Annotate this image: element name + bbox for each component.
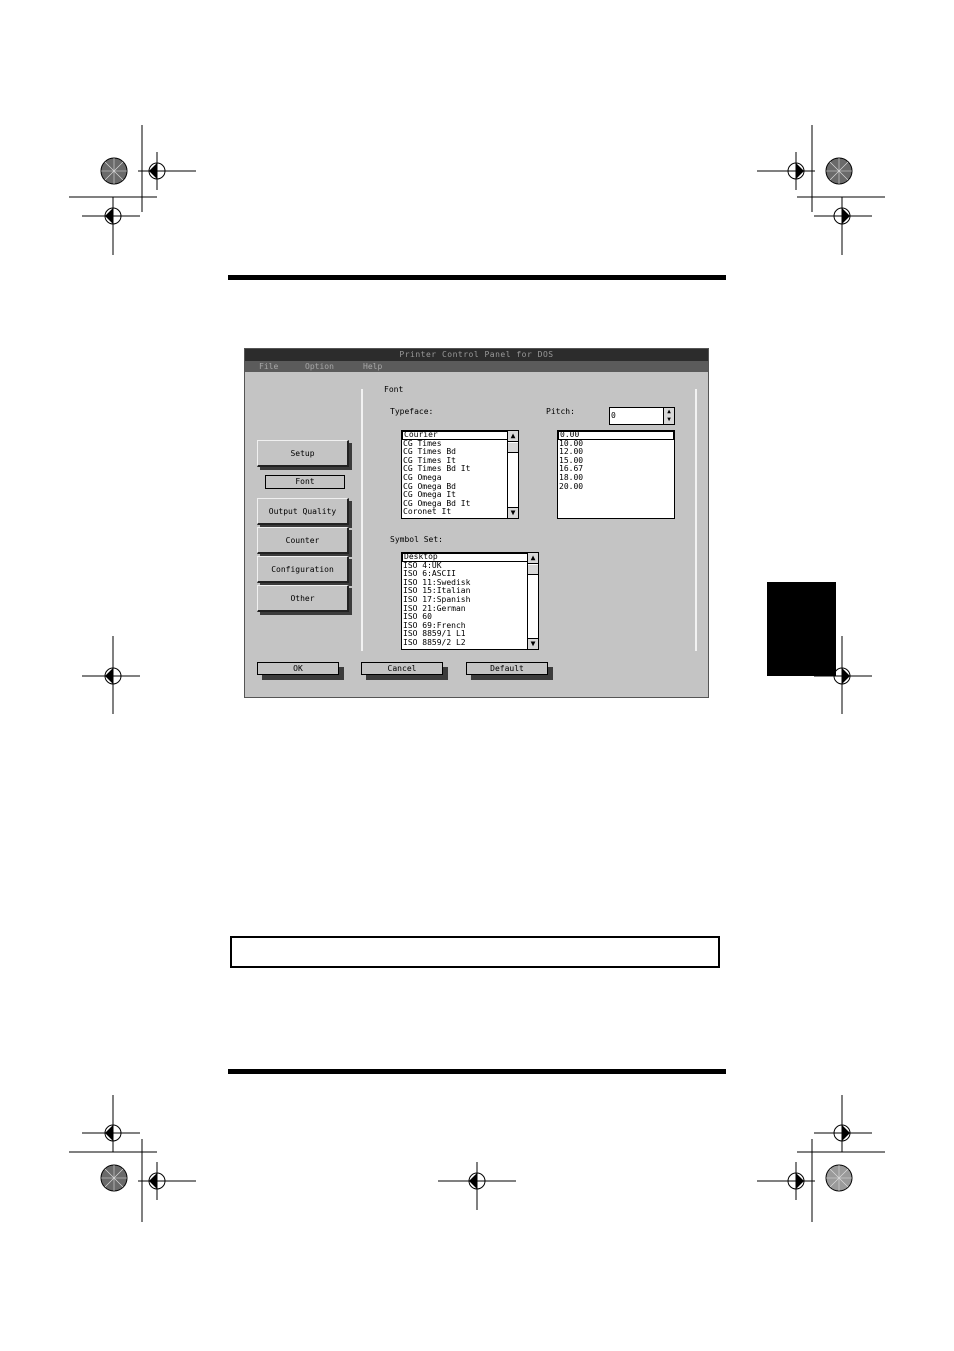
panel-heading: Font [384, 385, 404, 394]
pitch-spinner[interactable]: ▲ ▼ [663, 408, 674, 424]
pitch-label: Pitch: [546, 407, 575, 416]
tab-font-label: Font [265, 475, 345, 489]
typeface-listbox[interactable]: Courier CG Times CG Times Bd CG Times It CG … [401, 430, 519, 519]
list-item[interactable]: Coronet It [402, 508, 518, 517]
tab-counter[interactable]: Counter [257, 527, 349, 554]
typeface-label: Typeface: [390, 407, 434, 416]
typeface-scrollbar[interactable]: ▲ ▼ [507, 431, 518, 518]
typeface-list: Courier CG Times CG Times Bd CG Times It CG … [402, 431, 518, 517]
menu-option[interactable]: Option [305, 361, 334, 372]
tab-output-quality[interactable]: Output Quality [257, 498, 349, 525]
printer-control-panel-window: Printer Control Panel for DOS File Optio… [244, 348, 709, 698]
scroll-up-icon[interactable]: ▲ [528, 553, 538, 564]
ok-button[interactable]: OK [257, 662, 339, 675]
menu-bar: File Option Help [245, 361, 708, 372]
symbol-set-listbox[interactable]: Desktop ISO 4:UK ISO 6:ASCII ISO 11:Swedisk… [401, 552, 539, 650]
tab-font[interactable]: Font [259, 471, 353, 499]
window-title: Printer Control Panel for DOS [245, 349, 708, 361]
tab-setup[interactable]: Setup [257, 440, 349, 467]
scroll-thumb[interactable] [508, 443, 518, 453]
menu-help[interactable]: Help [363, 361, 382, 372]
default-button[interactable]: Default [466, 662, 548, 675]
scroll-down-icon[interactable]: ▼ [508, 507, 518, 518]
symbol-set-list: Desktop ISO 4:UK ISO 6:ASCII ISO 11:Swedisk… [402, 553, 538, 648]
pitch-list: 0.00 10.00 12.00 15.00 16.67 18.00 20.00 [558, 431, 674, 491]
symbol-set-label: Symbol Set: [390, 535, 443, 544]
panel-divider-right [695, 389, 697, 651]
pitch-input[interactable]: 0 ▲ ▼ [609, 407, 675, 425]
symbol-set-scrollbar[interactable]: ▲ ▼ [527, 553, 538, 649]
list-item[interactable]: ISO 8859/2 L2 [402, 638, 538, 648]
scroll-down-icon[interactable]: ▼ [528, 638, 538, 649]
cancel-button[interactable]: Cancel [361, 662, 443, 675]
pitch-input-value: 0 [611, 411, 616, 420]
panel-divider-left [361, 389, 363, 651]
list-item[interactable]: 20.00 [558, 482, 674, 492]
tab-other[interactable]: Other [257, 585, 349, 612]
scroll-up-icon[interactable]: ▲ [508, 431, 518, 442]
menu-file[interactable]: File [259, 361, 278, 372]
pitch-listbox[interactable]: 0.00 10.00 12.00 15.00 16.67 18.00 20.00 [557, 430, 675, 519]
tab-configuration[interactable]: Configuration [257, 556, 349, 583]
scroll-thumb[interactable] [528, 565, 538, 575]
